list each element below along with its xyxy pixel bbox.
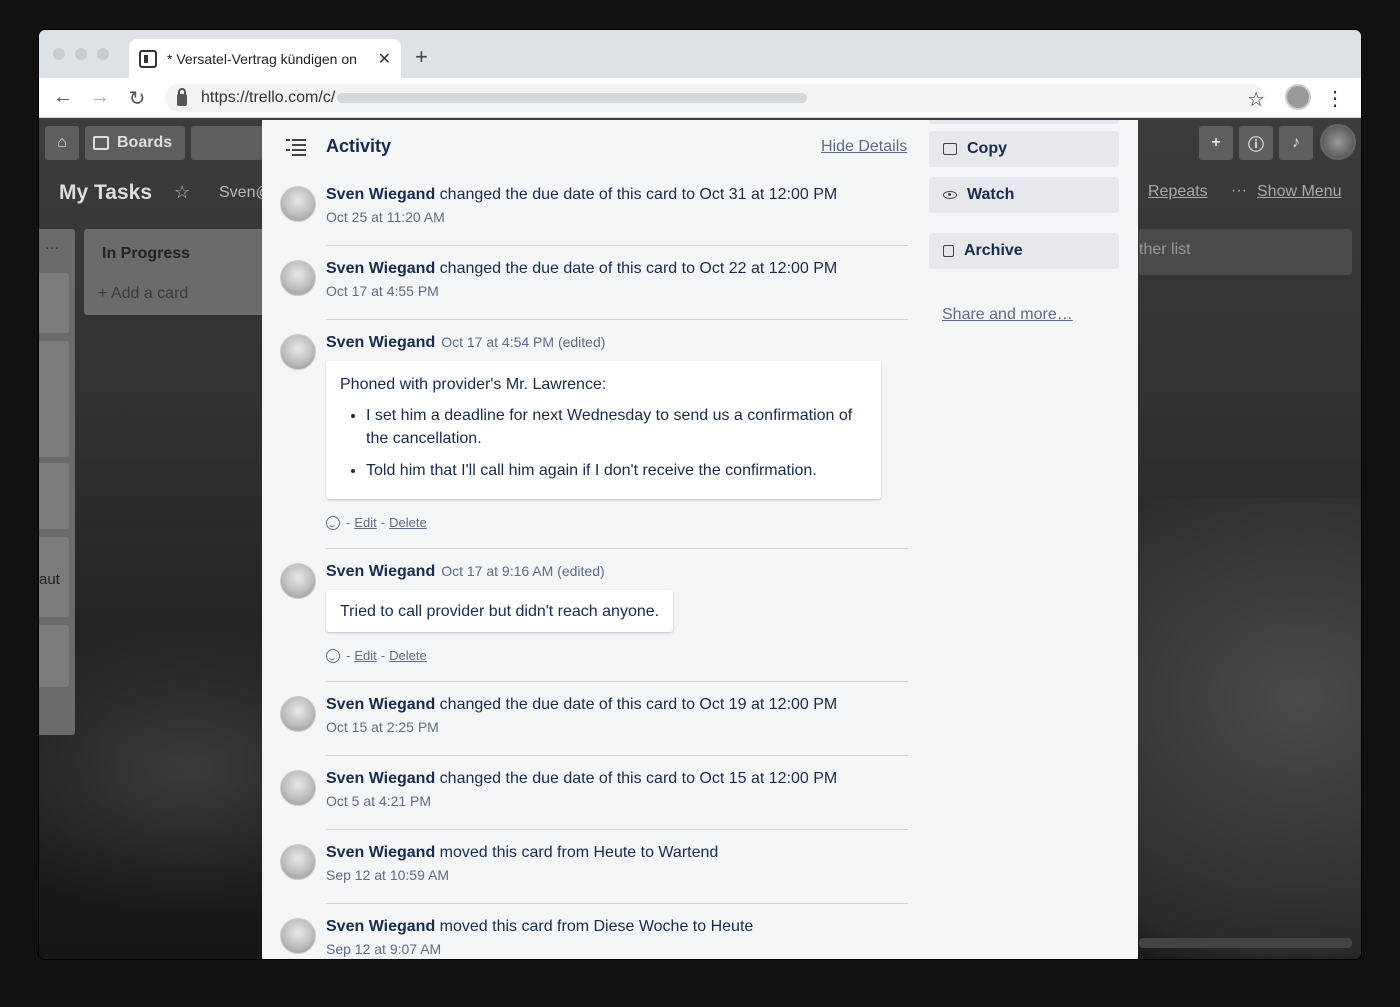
board-title[interactable]: My Tasks [59,181,152,205]
repeats-link[interactable]: Repeats [1148,183,1208,201]
comment-bullet: I set him a deadline for next Wednesday … [366,404,867,450]
activity-title: Activity [326,136,392,156]
entry-date[interactable]: Oct 25 at 11:20 AM [326,209,445,225]
close-tab-icon[interactable]: ✕ [378,49,391,69]
avatar[interactable] [280,563,316,599]
add-another-list[interactable]: ther list [1139,229,1352,275]
more-icon: ··· [1231,182,1247,199]
new-tab-button[interactable]: + [415,44,428,70]
info-icon[interactable]: ⓘ [1239,126,1273,160]
add-reaction-icon[interactable] [326,648,340,663]
entry-date[interactable]: Oct 17 at 4:55 PM [326,283,439,299]
entry-date[interactable]: Oct 15 at 2:25 PM [326,719,439,735]
browser-toolbar: ← → ↻ https://trello.com/c/ ☆ ⋮ [39,78,1361,118]
boards-icon [93,136,109,150]
comment-timestamp[interactable]: Oct 17 at 9:16 AM (edited) [441,563,604,579]
browser-tab[interactable]: * Versatel-Vertrag kündigen on ✕ [129,39,401,78]
avatar[interactable] [280,770,316,806]
url-redacted [337,93,808,103]
bookmark-star-icon[interactable]: ☆ [1247,87,1265,112]
author-name[interactable]: Sven Wiegand [326,696,435,713]
browser-menu-icon[interactable]: ⋮ [1325,86,1345,111]
comment-actions: - Edit - Delete [326,515,431,530]
add-icon[interactable]: + [1199,126,1233,160]
browser-window: * Versatel-Vertrag kündigen on ✕ + ← → ↻… [39,30,1361,959]
list-in-progress: In Progress + Add a card [84,229,264,315]
comment-body: Phoned with provider's Mr. Lawrence: I s… [326,361,881,499]
author-name[interactable]: Sven Wiegand [326,770,435,787]
add-card-button[interactable]: + Add a card [98,285,188,303]
comment-timestamp[interactable]: Oct 17 at 4:54 PM (edited) [441,334,605,350]
comment-body: Tried to call provider but didn't reach … [326,590,674,632]
author-name[interactable]: Sven Wiegand [326,844,435,861]
user-avatar[interactable] [1320,124,1356,160]
zoom-window-button[interactable] [97,48,109,60]
avatar[interactable] [280,260,316,296]
board-search[interactable] [191,126,263,160]
hide-details-link[interactable]: Hide Details [821,138,907,156]
comment-bullet: Told him that I'll call him again if I d… [366,459,867,482]
archive-button[interactable]: Archive [929,233,1119,269]
url-text: https://trello.com/c/ [201,89,336,106]
add-reaction-icon[interactable] [326,515,340,530]
home-icon[interactable]: ⌂ [45,126,79,160]
copy-button[interactable]: Copy [929,131,1119,167]
bell-icon[interactable]: ♪ [1279,126,1313,160]
activity-header: Activity [286,136,391,157]
edit-comment-link[interactable]: Edit [354,648,376,663]
entry-date[interactable]: Sep 12 at 9:07 AM [326,941,441,957]
star-board-icon[interactable]: ☆ [174,182,190,203]
eye-icon [943,191,957,199]
delete-comment-link[interactable]: Delete [389,515,427,530]
close-window-button[interactable] [53,48,65,60]
avatar[interactable] [280,186,316,222]
trello-favicon-icon [139,49,157,68]
author-name[interactable]: Sven Wiegand [326,918,435,935]
author-name[interactable]: Sven Wiegand [326,334,435,351]
entry-date[interactable]: Oct 5 at 4:21 PM [326,793,431,809]
author-name[interactable]: Sven Wiegand [326,260,435,277]
profile-avatar-icon[interactable] [1285,84,1311,110]
avatar[interactable] [280,918,316,954]
comment-actions: - Edit - Delete [326,648,431,663]
avatar[interactable] [280,334,316,370]
archive-icon [943,245,954,257]
card-detail-modal: Activity Hide Details Sven Wiegand chang… [262,120,1138,959]
author-name[interactable]: Sven Wiegand [326,186,435,203]
minimize-window-button[interactable] [75,48,87,60]
lock-icon [177,88,187,106]
author-name[interactable]: Sven Wiegand [326,563,435,580]
show-menu-link[interactable]: Show Menu [1257,183,1342,201]
forward-icon[interactable]: → [88,86,112,109]
back-icon[interactable]: ← [51,86,75,109]
list-title[interactable]: In Progress [102,245,190,263]
address-bar[interactable]: https://trello.com/c/ [165,84,1265,112]
delete-comment-link[interactable]: Delete [389,648,427,663]
watch-button[interactable]: Watch [929,177,1119,213]
entry-date[interactable]: Sep 12 at 10:59 AM [326,867,449,883]
left-list: aut ··· [39,229,75,735]
avatar[interactable] [280,844,316,880]
share-and-more-link[interactable]: Share and more… [942,306,1073,324]
edit-comment-link[interactable]: Edit [354,515,376,530]
tab-title: * Versatel-Vertrag kündigen on [167,50,357,67]
board-scrollbar[interactable] [1139,938,1352,948]
list-menu-icon[interactable]: ··· [45,239,59,255]
boards-button[interactable]: Boards [85,126,185,160]
avatar[interactable] [280,696,316,732]
activity-icon [286,138,306,156]
copy-icon [943,143,957,155]
reload-icon[interactable]: ↻ [125,86,149,111]
tab-strip: * Versatel-Vertrag kündigen on ✕ + [39,30,1361,78]
